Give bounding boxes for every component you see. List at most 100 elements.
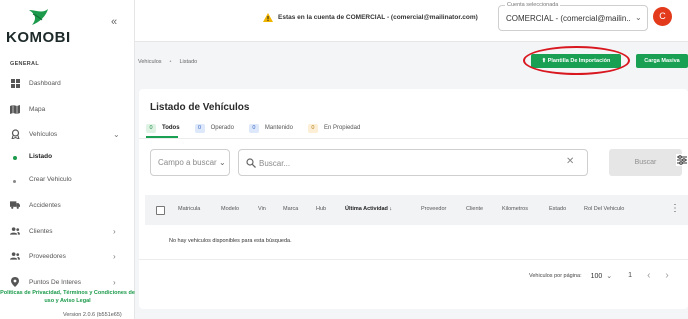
count-badge: 0 xyxy=(248,123,259,133)
filter-settings-icon[interactable] xyxy=(676,154,688,166)
dot-icon xyxy=(13,179,16,183)
account-select[interactable]: Cuenta seleccionada COMERCIAL - (comerci… xyxy=(498,2,648,31)
chevron-down-icon: ⌄ xyxy=(606,272,613,280)
tab-label: En Propiedad xyxy=(323,125,361,131)
sort-down-icon: ↓ xyxy=(389,206,393,212)
collapse-sidebar-icon[interactable]: « xyxy=(108,16,120,28)
status-tabs: 0 Todos 0 Operado 0 Mantenido 0 En Propi… xyxy=(146,121,375,135)
chevron-down-icon: ⌄ xyxy=(635,13,642,22)
sidebar: KOMOBI « GENERAL Dashboard Mapa Vehículo… xyxy=(0,0,135,319)
column-header-vin[interactable]: Vin xyxy=(258,206,266,212)
vehicle-icon xyxy=(10,129,20,139)
users-icon xyxy=(10,251,20,261)
section-label-general: GENERAL xyxy=(10,61,39,67)
avatar[interactable]: C xyxy=(653,7,672,26)
clear-icon[interactable]: ✕ xyxy=(566,157,574,167)
version-label: Version 2.0.6 (b551e65) xyxy=(63,312,122,318)
chevron-right-icon: › xyxy=(113,251,116,261)
chevron-right-icon: › xyxy=(113,277,116,287)
column-header-label: Última Actividad xyxy=(345,206,388,212)
search-button[interactable]: Buscar xyxy=(609,149,682,176)
search-field-placeholder: Campo a buscar xyxy=(158,158,217,167)
column-header-marca[interactable]: Marca xyxy=(283,206,298,212)
sidebar-item-label: Dashboard xyxy=(29,79,61,87)
sidebar-subitem-label: Crear Vehiculo xyxy=(29,176,72,183)
search-input[interactable] xyxy=(259,156,559,170)
tab-todos[interactable]: 0 Todos xyxy=(146,121,180,135)
vehicles-list-card: Listado de Vehículos 0 Todos 0 Operado 0… xyxy=(139,89,688,309)
column-header-ultima-actividad[interactable]: Última Actividad ↓ xyxy=(345,206,392,212)
column-header-rol-del-vehiculo[interactable]: Rol Del Vehiculo xyxy=(584,206,624,212)
column-header-kilometros[interactable]: Kilometros xyxy=(502,206,528,212)
count-badge: 0 xyxy=(146,123,156,133)
account-warning: Estas en la cuenta de COMERCIAL - (comer… xyxy=(263,13,478,22)
account-warning-text: Estas en la cuenta de COMERCIAL - (comer… xyxy=(278,14,478,21)
tab-label: Todos xyxy=(162,125,180,131)
brand-logo[interactable]: KOMOBI xyxy=(6,8,86,46)
tab-label: Mantenido xyxy=(264,125,293,131)
page-title: Listado de Vehículos xyxy=(150,102,250,113)
tab-mantenido[interactable]: 0 Mantenido xyxy=(248,121,293,135)
breadcrumb-separator: • xyxy=(169,59,172,65)
table-header: Matricula Modelo Vin Marca Hub Última Ac… xyxy=(145,195,688,225)
sidebar-subitem-listado[interactable]: Listado xyxy=(0,151,134,165)
divider xyxy=(139,138,688,139)
sidebar-item-label: Vehículos xyxy=(29,130,58,138)
more-options-icon[interactable]: ⋮ xyxy=(670,204,680,214)
breadcrumb: Vehiculos • Listado xyxy=(138,59,197,65)
rows-per-page-value: 100 xyxy=(590,272,603,280)
dashboard-icon xyxy=(10,78,20,88)
chevron-right-icon: › xyxy=(113,226,116,236)
truck-icon xyxy=(10,200,20,210)
sidebar-item-mapa[interactable]: Mapa xyxy=(0,100,134,118)
column-header-modelo[interactable]: Modelo xyxy=(221,206,239,212)
sidebar-item-dashboard[interactable]: Dashboard xyxy=(0,74,134,92)
rows-per-page-label: Vehiculos por página: xyxy=(529,272,582,279)
sidebar-item-clientes[interactable]: Clientes › xyxy=(0,222,134,240)
top-bar: Estas en la cuenta de COMERCIAL - (comer… xyxy=(135,0,688,42)
divider xyxy=(139,259,688,260)
search-icon xyxy=(246,158,256,168)
warning-icon xyxy=(263,13,273,22)
column-header-hub[interactable]: Hub xyxy=(316,206,326,212)
sidebar-item-proveedores[interactable]: Proveedores › xyxy=(0,247,134,265)
active-dot-icon xyxy=(13,156,17,160)
users-icon xyxy=(10,226,20,236)
tab-en-propiedad[interactable]: 0 En Propiedad xyxy=(307,121,361,135)
breadcrumb-item-listado: Listado xyxy=(179,59,198,65)
sidebar-item-label: Mapa xyxy=(29,105,46,113)
current-page: 1 xyxy=(628,272,633,279)
sidebar-item-label: Proveedores xyxy=(29,252,66,260)
column-header-cliente[interactable]: Cliente xyxy=(466,206,483,212)
column-header-matricula[interactable]: Matricula xyxy=(178,206,200,212)
brand-name: KOMOBI xyxy=(6,29,71,46)
sidebar-item-accidentes[interactable]: Accidentes xyxy=(0,196,134,214)
sidebar-item-label: Puntos De Interes xyxy=(29,278,82,286)
sidebar-item-label: Clientes xyxy=(29,227,53,235)
column-header-proveedor[interactable]: Proveedor xyxy=(421,206,446,212)
tab-operado[interactable]: 0 Operado xyxy=(194,121,234,135)
pagination: Vehiculos por página: 100 ⌄ 1 ‹ › xyxy=(529,270,684,281)
prev-page-icon[interactable]: ‹ xyxy=(647,270,650,281)
chevron-down-icon: ⌄ xyxy=(113,129,120,139)
search-field-select[interactable]: Campo a buscar ⌄ xyxy=(150,149,230,176)
sidebar-item-label: Accidentes xyxy=(29,201,61,209)
highlight-annotation xyxy=(523,46,630,75)
sidebar-item-vehiculos[interactable]: Vehículos ⌄ xyxy=(0,125,134,143)
next-page-icon[interactable]: › xyxy=(665,270,668,281)
pin-icon xyxy=(10,277,20,287)
breadcrumb-item-vehiculos[interactable]: Vehiculos xyxy=(138,59,162,65)
sidebar-subitem-label: Listado xyxy=(29,153,53,160)
map-icon xyxy=(10,104,20,114)
bulk-upload-button[interactable]: Carga Masiva xyxy=(636,54,688,68)
count-badge: 0 xyxy=(194,123,205,133)
sidebar-subitem-crear-vehiculo[interactable]: Crear Vehiculo xyxy=(0,174,134,188)
chevron-down-icon: ⌄ xyxy=(219,158,226,167)
leaf-logo-icon xyxy=(29,9,48,25)
legal-links[interactable]: Políticas de Privacidad, Términos y Cond… xyxy=(0,289,135,305)
count-badge: 0 xyxy=(307,123,318,133)
column-header-estado[interactable]: Estado xyxy=(549,206,566,212)
rows-per-page-select[interactable]: 100 ⌄ xyxy=(591,272,613,280)
select-all-checkbox[interactable] xyxy=(156,206,165,215)
empty-state-message: No hay vehiculos disponibles para esta b… xyxy=(169,238,292,244)
